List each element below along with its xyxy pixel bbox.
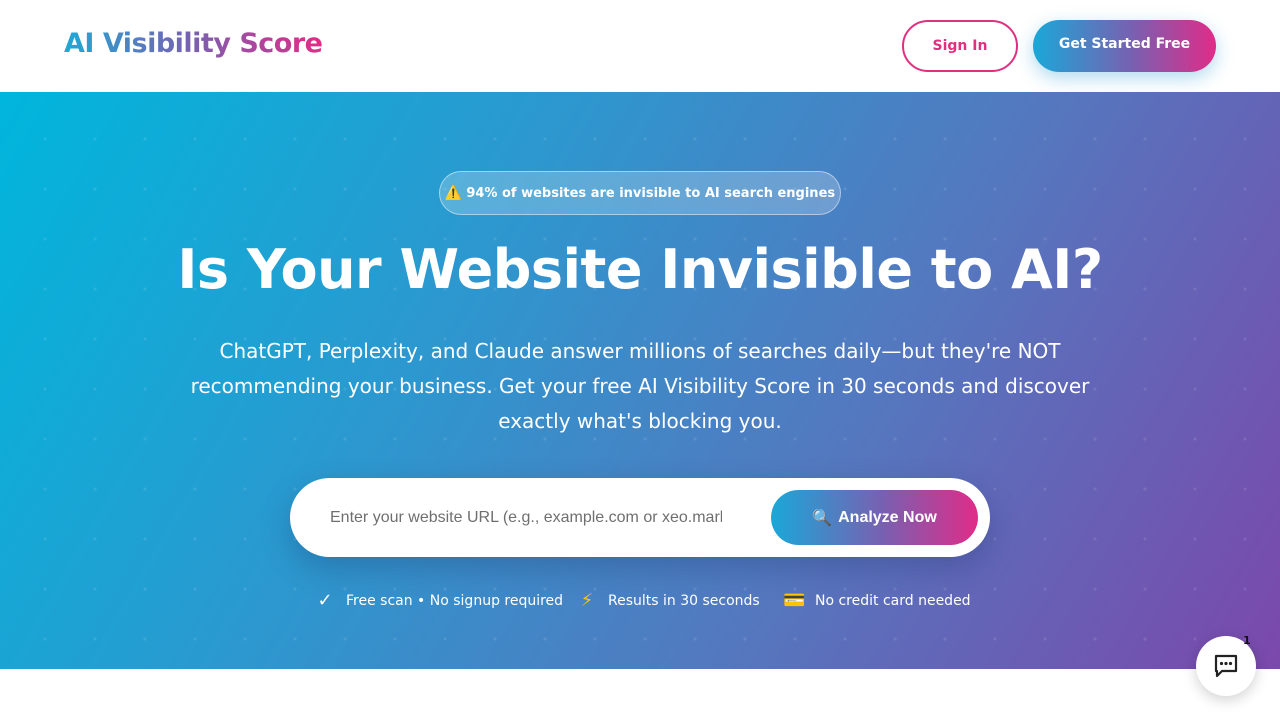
- warning-icon: ⚠️: [444, 185, 463, 201]
- feature-item-free-scan: ✓ Free scan • No signup required: [314, 590, 563, 611]
- get-started-button[interactable]: Get Started Free: [1033, 20, 1216, 72]
- sign-in-button[interactable]: Sign In: [902, 20, 1018, 72]
- hero-section: ⚠️ 94% of websites are invisible to AI s…: [0, 92, 1280, 669]
- website-url-input[interactable]: [330, 498, 722, 538]
- analyze-now-button[interactable]: 🔍 Analyze Now: [771, 490, 978, 545]
- warning-badge: ⚠️ 94% of websites are invisible to AI s…: [439, 171, 841, 215]
- chat-notification-count: 1: [1243, 634, 1251, 647]
- hero-subtitle: ChatGPT, Perplexity, and Claude answer m…: [190, 339, 1090, 433]
- feature-text: No credit card needed: [815, 592, 971, 609]
- lightning-icon: ⚡: [580, 590, 594, 611]
- feature-list: ✓ Free scan • No signup required ⚡ Resul…: [0, 590, 1280, 616]
- chat-bubble-icon: [1214, 654, 1238, 678]
- url-search-form: 🔍 Analyze Now: [290, 478, 990, 557]
- feature-text: Results in 30 seconds: [608, 592, 760, 609]
- site-header: AI Visibility Score Sign In Get Started …: [0, 0, 1280, 92]
- magnifier-icon: 🔍: [812, 509, 833, 527]
- warning-badge-text: 94% of websites are invisible to AI sear…: [466, 185, 836, 201]
- hero-title: Is Your Website Invisible to AI?: [177, 238, 1103, 301]
- checkmark-icon: ✓: [317, 590, 333, 611]
- analyze-now-label: Analyze Now: [838, 508, 937, 526]
- feature-text: Free scan • No signup required: [346, 592, 564, 609]
- site-logo[interactable]: AI Visibility Score: [64, 28, 323, 59]
- credit-card-icon: 💳: [783, 590, 806, 611]
- feature-item-no-credit-card: 💳 No credit card needed: [783, 590, 971, 611]
- feature-item-fast-results: ⚡ Results in 30 seconds: [576, 590, 760, 611]
